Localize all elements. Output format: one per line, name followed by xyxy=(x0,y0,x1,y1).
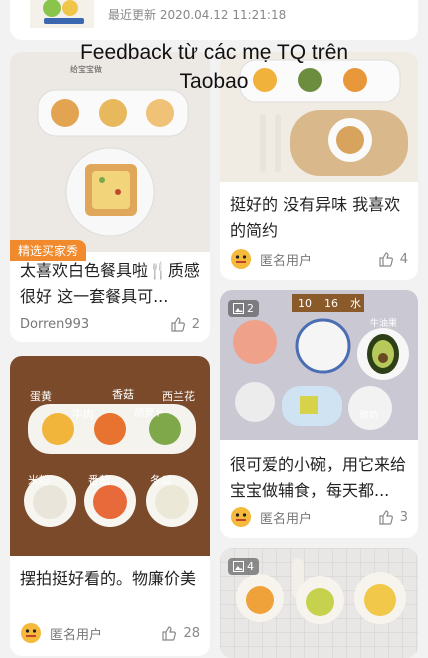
username[interactable]: 匿名用户 xyxy=(260,508,312,527)
photo-label: 番茄 xyxy=(88,473,110,487)
photo-label: 16 xyxy=(324,297,338,310)
username[interactable]: Dorren993 xyxy=(20,317,89,332)
thumbs-up-icon xyxy=(379,510,393,525)
photo-label: 香菇 xyxy=(112,387,134,401)
like-count: 4 xyxy=(399,251,408,267)
avatar-icon xyxy=(231,249,251,269)
photo-count-badge: 2 xyxy=(228,300,259,317)
review-meta-4: 匿名用户 28 xyxy=(20,622,200,644)
photo-label: 10 xyxy=(298,297,312,310)
review-card-5[interactable]: 4 xyxy=(220,548,418,658)
review-title-3: 很可爱的小碗，用它来给宝宝做辅食，每天都... xyxy=(230,455,407,500)
image-icon xyxy=(233,303,244,314)
photo-label: 冬瓜 xyxy=(150,473,172,487)
username[interactable]: 匿名用户 xyxy=(260,250,312,269)
photo-label: 牛油果 xyxy=(370,317,397,329)
review-card-3[interactable]: 10 16 水 牛油果 酸奶 2 很可爱的小碗，用它来给宝宝做辅食，每天都...… xyxy=(220,290,418,538)
last-updated-text: 最近更新 2020.04.12 11:21:18 xyxy=(108,8,287,22)
photo-label: 水 xyxy=(350,297,361,310)
like-button[interactable]: 4 xyxy=(378,251,408,267)
review-title-4: 摆拍挺好看的。物廉价美 xyxy=(20,569,197,588)
review-meta-2: 匿名用户 4 xyxy=(230,248,408,270)
photo-label: 酸奶 xyxy=(360,409,378,421)
overlay-caption-line2: Taobao xyxy=(179,70,249,93)
like-count: 3 xyxy=(399,509,408,525)
photo-label: 牛肉 xyxy=(72,407,94,421)
product-thumbnail xyxy=(30,0,94,28)
photo-label: 胡萝卜 xyxy=(134,406,164,419)
photo-label: 西兰花 xyxy=(162,390,195,403)
like-button[interactable]: 2 xyxy=(170,316,200,332)
review-meta-1: Dorren993 2 xyxy=(20,316,200,332)
photo-count: 4 xyxy=(247,560,254,573)
like-count: 2 xyxy=(191,316,200,332)
overlay-caption-line1: Feedback từ các mẹ TQ trên xyxy=(79,41,349,64)
review-meta-3: 匿名用户 3 xyxy=(230,506,408,528)
thumbs-up-icon xyxy=(379,252,393,267)
photo-count: 2 xyxy=(247,302,254,315)
review-card-4[interactable]: 蛋黄 牛肉 香菇 胡萝卜 西兰花 米粉 番茄 冬瓜 摆拍挺好看的。物廉价美 匿名… xyxy=(10,356,210,656)
review-title-1: 太喜欢白色餐具啦🍴质感很好 这一套餐具可... xyxy=(20,261,200,306)
review-photo-4[interactable]: 蛋黄 牛肉 香菇 胡萝卜 西兰花 米粉 番茄 冬瓜 xyxy=(10,356,210,556)
like-button[interactable]: 28 xyxy=(161,625,200,641)
like-count: 28 xyxy=(183,625,200,641)
avatar-icon xyxy=(231,507,251,527)
thumbs-up-icon xyxy=(162,626,177,641)
thumbs-up-icon xyxy=(171,317,185,332)
photo-label: 米粉 xyxy=(28,474,50,487)
top-card[interactable]: 最近更新 2020.04.12 11:21:18 xyxy=(10,0,418,40)
like-button[interactable]: 3 xyxy=(378,509,408,525)
photo-label: 蛋黄 xyxy=(30,389,52,403)
review-title-2: 挺好的 没有异味 我喜欢的简约 xyxy=(230,195,401,240)
image-icon xyxy=(233,561,244,572)
photo-count-badge: 4 xyxy=(228,558,259,575)
avatar-icon xyxy=(21,623,41,643)
